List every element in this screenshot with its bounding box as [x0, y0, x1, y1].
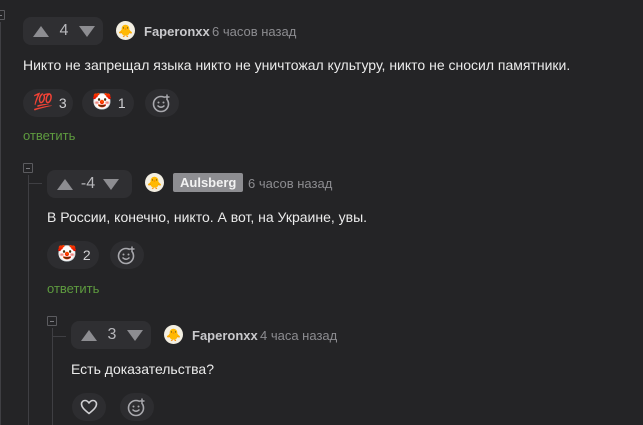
reaction-button[interactable]: 🤡 2	[47, 241, 99, 269]
avatar[interactable]: 🐥	[116, 21, 135, 40]
like-button[interactable]	[72, 393, 106, 421]
thread-connector	[28, 183, 42, 184]
heart-icon	[80, 399, 98, 415]
reply-link[interactable]: ответить	[23, 128, 75, 143]
reaction-count: 3	[58, 95, 67, 111]
thread-connector	[52, 336, 66, 337]
reaction-count: 2	[82, 247, 91, 263]
comment-time[interactable]: 6 часов назад	[248, 176, 332, 191]
username[interactable]: Aulsberg	[173, 173, 244, 192]
upvote-arrow-icon[interactable]	[57, 178, 73, 190]
add-emoji-icon	[127, 398, 145, 417]
comment-score: -4	[80, 175, 96, 192]
reaction-button[interactable]: 🤡 1	[82, 89, 134, 117]
downvote-arrow-icon[interactable]	[127, 329, 143, 341]
add-reaction-button[interactable]	[145, 89, 179, 117]
thread-line	[28, 175, 29, 425]
comment-text: В России, конечно, никто. А вот, на Укра…	[47, 209, 368, 225]
username[interactable]: Faperonxx	[192, 328, 258, 343]
avatar[interactable]: 🐥	[145, 173, 164, 192]
thread-line	[52, 328, 53, 425]
add-emoji-icon	[152, 94, 170, 113]
comment-text: Есть доказательства?	[71, 361, 214, 377]
comment-score: 3	[107, 326, 117, 343]
downvote-arrow-icon[interactable]	[79, 25, 95, 37]
reaction-count: 1	[117, 95, 126, 111]
upvote-arrow-icon[interactable]	[33, 25, 49, 37]
add-reaction-button[interactable]	[110, 241, 144, 269]
username[interactable]: Faperonxx	[144, 24, 210, 39]
avatar-icon: 🐥	[147, 175, 162, 190]
collapse-toggle[interactable]	[47, 316, 57, 326]
avatar[interactable]: 🐥	[164, 325, 183, 344]
clown-face-icon: 🤡	[57, 246, 77, 263]
clown-face-icon: 🤡	[92, 94, 112, 111]
avatar-icon: 🐥	[118, 23, 133, 38]
thread-line	[0, 22, 1, 425]
vote-control: 3	[71, 321, 151, 349]
vote-control: 4	[23, 17, 103, 45]
reply-link[interactable]: ответить	[47, 281, 99, 296]
comment-time[interactable]: 4 часа назад	[260, 328, 337, 343]
comment-text: Никто не запрещал языка никто не уничтож…	[23, 57, 571, 73]
reaction-button[interactable]: 💯 3	[23, 89, 73, 117]
collapse-toggle[interactable]	[23, 163, 33, 173]
comment-time[interactable]: 6 часов назад	[212, 24, 296, 39]
comment-score: 4	[59, 22, 69, 39]
vote-control: -4	[47, 170, 132, 198]
add-emoji-icon	[117, 246, 135, 265]
add-reaction-button[interactable]	[120, 393, 154, 421]
downvote-arrow-icon[interactable]	[103, 178, 119, 190]
collapse-toggle[interactable]	[0, 10, 5, 20]
avatar-icon: 🐥	[166, 327, 181, 342]
upvote-arrow-icon[interactable]	[81, 329, 97, 341]
hundred-points-icon: 💯	[33, 94, 53, 111]
